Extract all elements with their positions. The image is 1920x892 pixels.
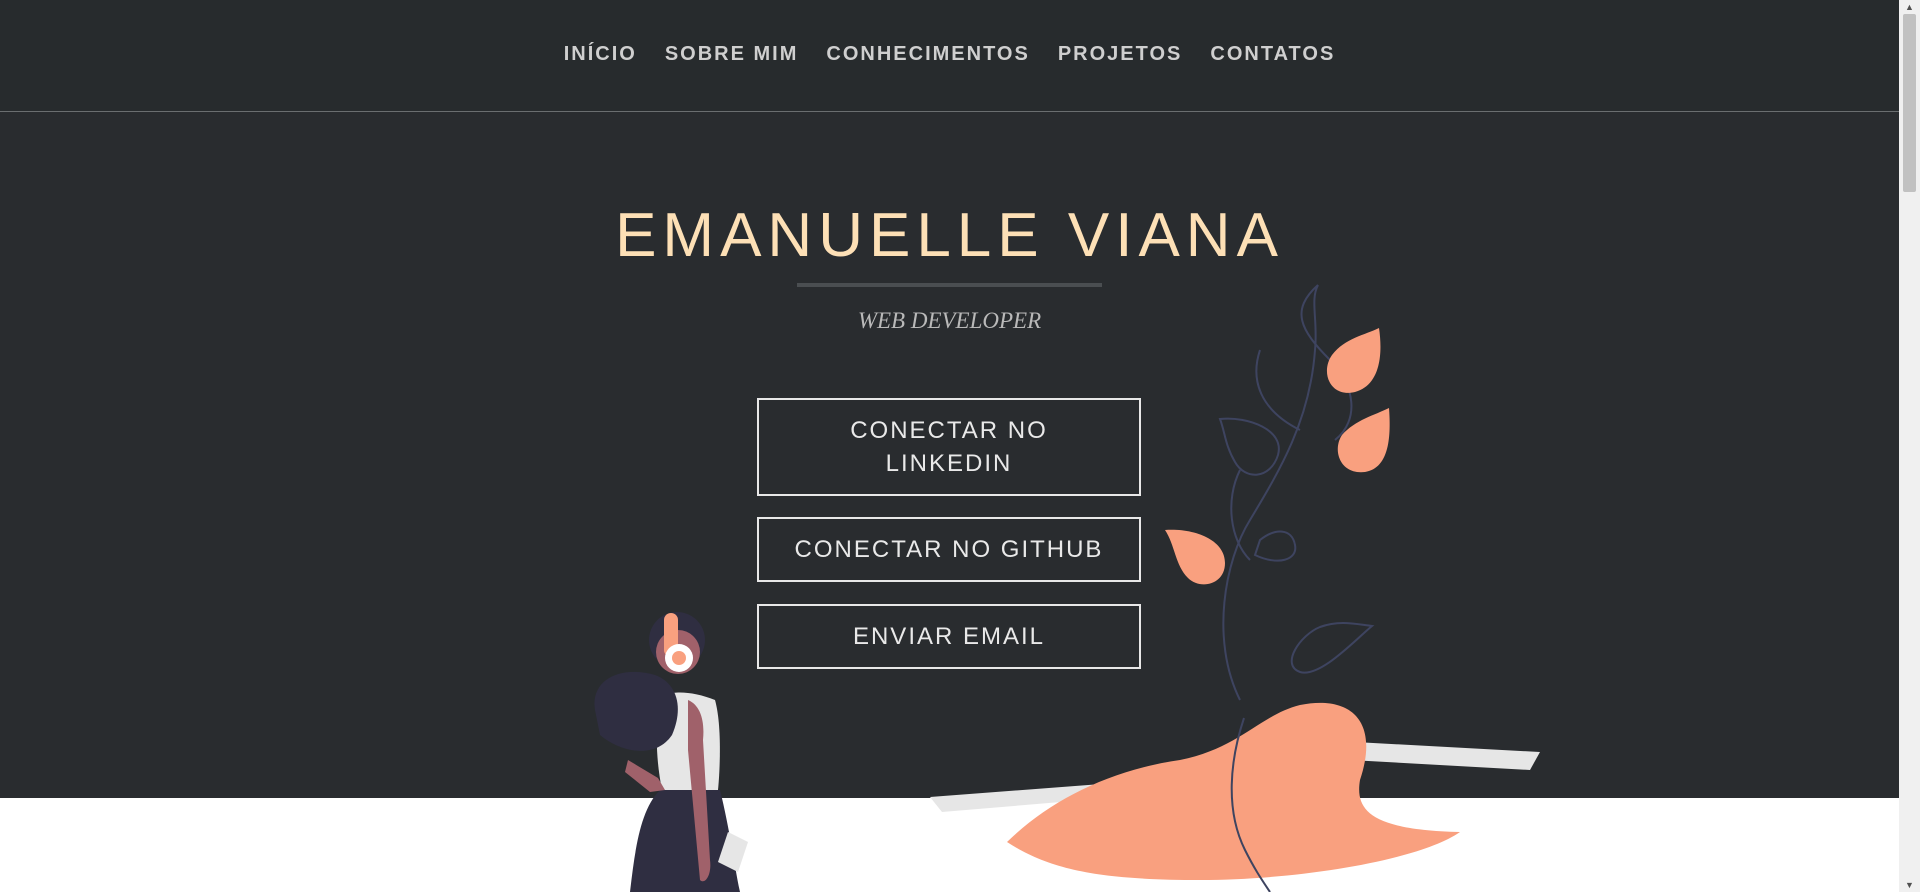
title-divider	[797, 283, 1102, 287]
main-nav: INÍCIO SOBRE MIM CONHECIMENTOS PROJETOS …	[0, 0, 1899, 111]
hero-section: EMANUELLE VIANA WEB DEVELOPER CONECTAR N…	[0, 112, 1899, 798]
triangle-down-icon[interactable]: ▼	[1899, 878, 1920, 892]
scrollbar-thumb[interactable]	[1903, 14, 1916, 192]
nav-link-inicio[interactable]: INÍCIO	[564, 43, 637, 68]
github-button-label: CONECTAR NO GITHUB	[794, 536, 1104, 563]
nav-link-sobre-mim[interactable]: SOBRE MIM	[665, 43, 799, 68]
vertical-scrollbar[interactable]: ▲ ▼	[1899, 0, 1920, 892]
hero-name: EMANUELLE VIANA	[615, 201, 1284, 270]
triangle-up-icon[interactable]: ▲	[1899, 0, 1920, 14]
nav-link-conhecimentos[interactable]: CONHECIMENTOS	[826, 43, 1029, 68]
email-button-label: ENVIAR EMAIL	[852, 623, 1046, 650]
nav-link-contatos[interactable]: CONTATOS	[1210, 43, 1335, 68]
linkedin-button-label: CONECTAR NO LINKEDIN	[850, 417, 1048, 477]
top-navbar: INÍCIO SOBRE MIM CONHECIMENTOS PROJETOS …	[0, 0, 1899, 112]
email-button[interactable]: ENVIAR EMAIL	[757, 604, 1141, 669]
hero-role: WEB DEVELOPER	[857, 308, 1042, 333]
linkedin-button[interactable]: CONECTAR NO LINKEDIN	[757, 398, 1141, 496]
nav-link-projetos[interactable]: PROJETOS	[1058, 43, 1183, 68]
github-button[interactable]: CONECTAR NO GITHUB	[757, 517, 1141, 582]
